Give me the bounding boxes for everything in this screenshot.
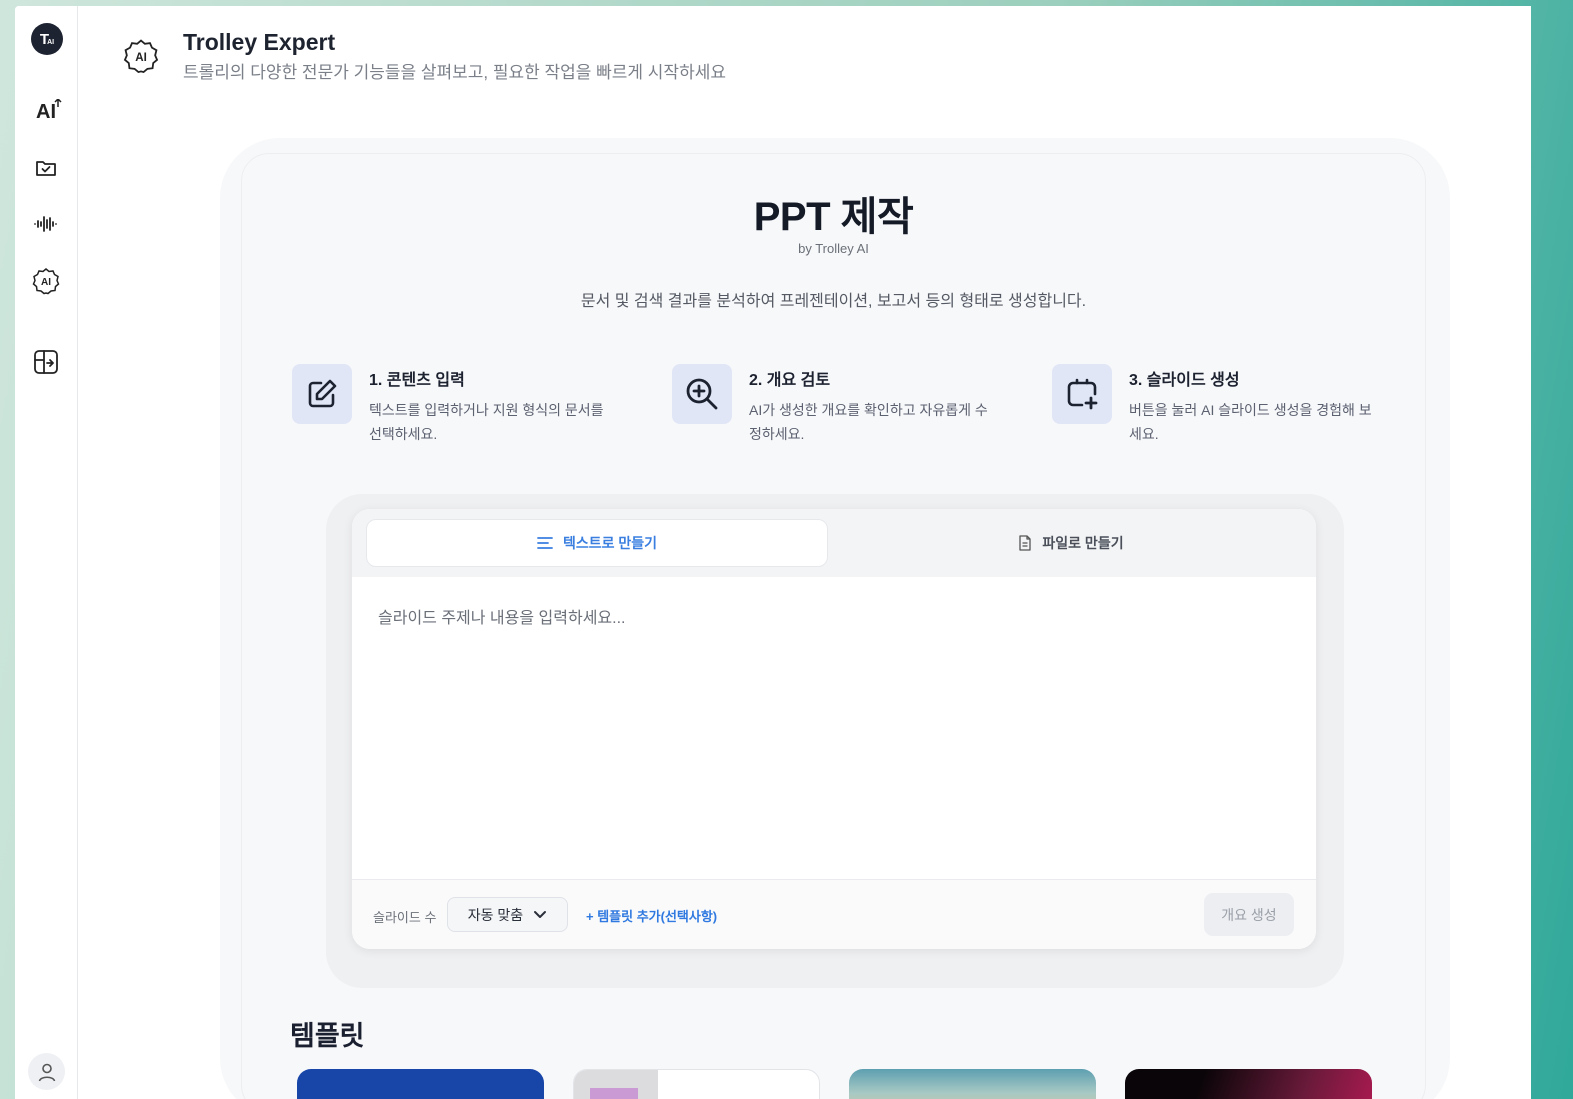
tab-text-label: 텍스트로 만들기 xyxy=(562,535,658,551)
user-avatar[interactable] xyxy=(28,1053,65,1090)
sidebar: T AI AI AI xyxy=(15,6,78,1099)
step-icon-box xyxy=(1052,364,1112,424)
input-panel: 텍스트로 만들기 파일로 만들기 슬라이드 수 자동 맞춤 xyxy=(352,509,1316,949)
app-subtitle: 트롤리의 다양한 전문가 기능들을 살펴보고, 필요한 작업을 빠르게 시작하세… xyxy=(183,63,726,82)
step-outline-review: 2. 개요 검토 AI가 생성한 개요를 확인하고 자유롭게 수정하세요. xyxy=(672,364,999,446)
step-description: 텍스트를 입력하거나 지원 형식의 문서를 선택하세요. xyxy=(369,402,604,442)
ai-badge-icon: AI xyxy=(32,268,60,295)
sidebar-item-folder[interactable] xyxy=(29,151,63,185)
logo-sub: AI xyxy=(47,39,55,46)
sidebar-item-expert[interactable]: AI xyxy=(29,264,63,298)
page-title: PPT 제작 xyxy=(753,195,914,239)
content-input[interactable] xyxy=(378,604,1288,844)
step-description: 버튼을 눌러 AI 슬라이드 생성을 경험해 보세요. xyxy=(1129,402,1372,442)
user-icon xyxy=(38,1063,55,1081)
tab-text[interactable]: 텍스트로 만들기 xyxy=(366,519,828,567)
sidebar-ai-text: AI xyxy=(36,100,56,123)
sidebar-item-audio[interactable] xyxy=(29,207,63,241)
slide-count-label: 슬라이드 수 xyxy=(373,910,437,925)
ppt-card: PPT 제작 by Trolley AI 문서 및 검색 결과를 분석하여 프레… xyxy=(241,153,1426,1099)
app-title: Trolley Expert xyxy=(183,29,336,55)
app-logo[interactable]: T AI xyxy=(31,23,63,55)
generate-outline-button[interactable]: 개요 생성 xyxy=(1204,893,1294,936)
slide-count-value: 자동 맞춤 xyxy=(467,906,524,923)
folder-check-icon xyxy=(36,161,56,176)
svg-text:AI: AI xyxy=(41,277,51,288)
step-title: 3. 슬라이드 생성 xyxy=(1129,372,1240,389)
ai-badge-icon: AI xyxy=(123,39,159,74)
tab-file-label: 파일로 만들기 xyxy=(1042,535,1124,551)
ai-sparkle-icon: AI xyxy=(36,98,62,124)
audio-wave-icon xyxy=(34,216,57,232)
step-title: 1. 콘텐츠 입력 xyxy=(369,372,465,389)
step-slide-generate: 3. 슬라이드 생성 버튼을 눌러 AI 슬라이드 생성을 경험해 보세요. xyxy=(1052,364,1379,446)
template-thumbnail[interactable] xyxy=(297,1069,544,1099)
add-template-link[interactable]: + 템플릿 추가(선택사항) xyxy=(586,906,717,925)
file-icon xyxy=(1019,535,1032,551)
step-title: 2. 개요 검토 xyxy=(749,372,831,389)
thumbnail-image xyxy=(590,1088,638,1099)
page-byline: by Trolley AI xyxy=(798,241,869,256)
zoom-in-icon xyxy=(686,378,718,410)
slide-add-icon xyxy=(1067,378,1098,410)
step-icon-box xyxy=(292,364,352,424)
step-content-input: 1. 콘텐츠 입력 텍스트를 입력하거나 지원 형식의 문서를 선택하세요. xyxy=(292,364,619,446)
chevron-down-icon xyxy=(534,911,547,918)
edit-icon xyxy=(308,379,337,408)
step-description: AI가 생성한 개요를 확인하고 자유롭게 수정하세요. xyxy=(749,402,988,442)
svg-text:AI: AI xyxy=(135,52,147,64)
text-lines-icon xyxy=(537,537,553,549)
template-thumbnail[interactable] xyxy=(1125,1069,1372,1099)
app-window: T AI AI AI AI Trolley Expert 트롤리의 다양한 전문… xyxy=(15,6,1531,1099)
templates-heading: 템플릿 xyxy=(290,1021,365,1051)
tab-file[interactable]: 파일로 만들기 xyxy=(840,519,1302,567)
page-description: 문서 및 검색 결과를 분석하여 프레젠테이션, 보고서 등의 형태로 생성합니… xyxy=(580,293,1087,310)
step-icon-box xyxy=(672,364,732,424)
page-header: AI Trolley Expert 트롤리의 다양한 전문가 기능들을 살펴보고… xyxy=(123,28,726,83)
sidebar-item-panel[interactable] xyxy=(29,345,63,379)
template-thumbnail[interactable] xyxy=(849,1069,1096,1099)
slide-count-select[interactable]: 자동 맞춤 xyxy=(447,897,568,932)
panel-enter-icon xyxy=(34,350,58,374)
input-tabs: 텍스트로 만들기 파일로 만들기 xyxy=(352,509,1316,577)
input-footer: 슬라이드 수 자동 맞춤 + 템플릿 추가(선택사항) 개요 생성 xyxy=(352,879,1316,949)
template-thumbnail[interactable] xyxy=(573,1069,820,1099)
sidebar-item-ai[interactable]: AI xyxy=(29,95,63,129)
